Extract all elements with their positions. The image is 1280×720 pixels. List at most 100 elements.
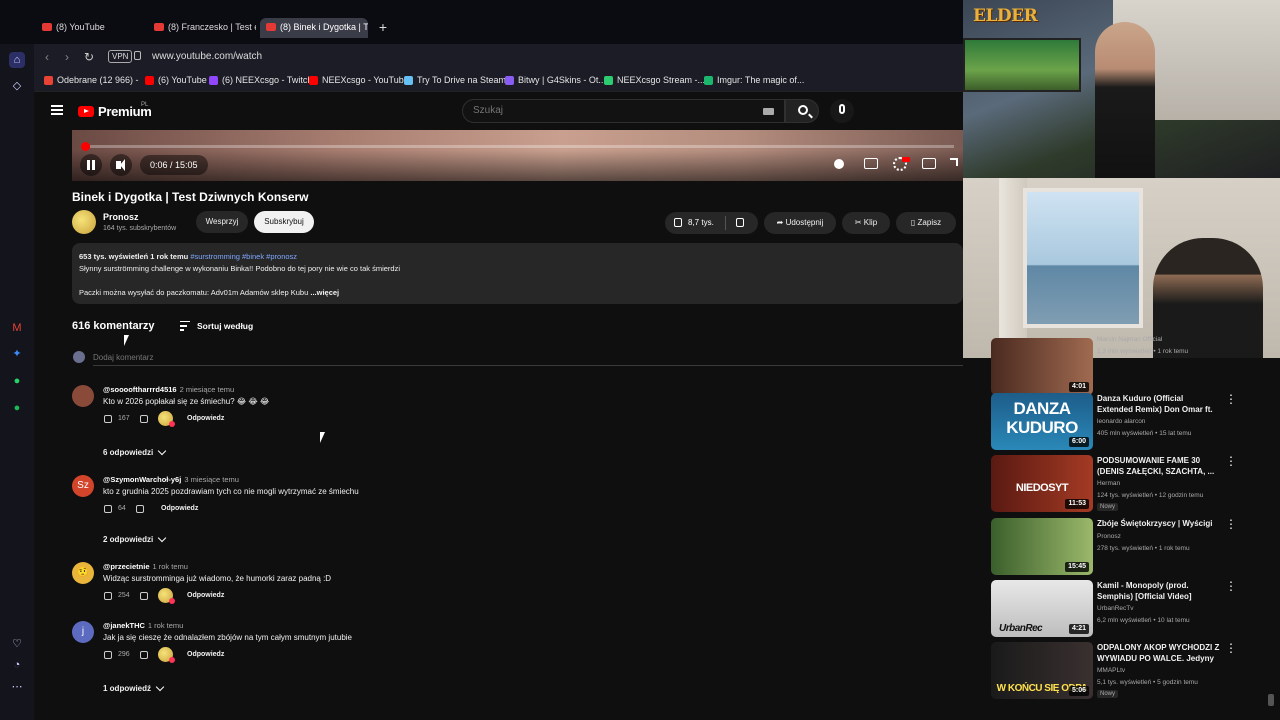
channel-avatar[interactable] — [72, 210, 96, 234]
rec-title[interactable]: Danza Kuduro (Official Extended Remix) D… — [1097, 393, 1221, 415]
autoplay-toggle-icon[interactable] — [834, 159, 844, 169]
rec-channel[interactable]: leonardo alarcon — [1097, 418, 1145, 425]
thumbs-down-icon[interactable] — [736, 218, 744, 227]
gmail-icon[interactable]: M — [9, 320, 25, 336]
rec-item[interactable]: UrbanRec 4:21 Kamil - Monopoly (prod. Sem… — [991, 580, 1251, 638]
bookmark-imgur[interactable]: Imgur: The magic of... — [704, 75, 804, 85]
thumbs-up-icon[interactable] — [104, 415, 112, 423]
comment-author[interactable]: @przecietnie 1 rok temu — [103, 562, 188, 571]
rec-channel[interactable]: Pronosz — [1097, 533, 1121, 540]
rec-channel[interactable]: Marcin Najman Official — [1097, 336, 1162, 343]
progress-bar[interactable] — [84, 145, 954, 148]
miniplayer-icon[interactable] — [922, 158, 936, 169]
rec-menu-icon[interactable] — [1225, 455, 1237, 469]
home-icon[interactable]: ⌂ — [9, 52, 25, 68]
rec-channel[interactable]: Herman — [1097, 480, 1120, 487]
history-clock-icon[interactable]: ◔ — [9, 657, 25, 673]
spotify-icon[interactable]: ● — [9, 400, 25, 416]
rec-channel[interactable]: UrbanRecTv — [1097, 605, 1133, 612]
subtitles-icon[interactable] — [864, 158, 878, 169]
rec-menu-icon[interactable] — [1225, 393, 1237, 407]
rec-menu-icon[interactable] — [1225, 580, 1237, 594]
thumbs-up-icon[interactable] — [674, 218, 682, 227]
rec-thumbnail[interactable]: 15:45 — [991, 518, 1093, 575]
lock-icon[interactable] — [134, 51, 141, 60]
show-more-link[interactable]: ...więcej — [310, 288, 339, 297]
view-replies-button[interactable]: 6 odpowiedzi — [103, 446, 167, 457]
tab-youtube[interactable]: (8) YouTube — [36, 18, 144, 38]
view-replies-button[interactable]: 2 odpowiedzi — [103, 533, 167, 544]
comment-author[interactable]: @sooooftharrrd4516 2 miesiące temu — [103, 385, 234, 394]
bookmark-youtube[interactable]: (6) YouTube — [145, 75, 207, 85]
commenter-avatar[interactable]: j — [72, 621, 94, 643]
rec-title[interactable]: Zbóje Świętokrzyscy | Wyścigi — [1097, 518, 1221, 529]
comment-author[interactable]: @janekTHC 1 rok temu — [103, 621, 183, 630]
pinboard-icon[interactable]: ◇ — [9, 78, 25, 94]
progress-scrubber-handle[interactable] — [81, 142, 90, 151]
reply-button[interactable]: Odpowiedz — [187, 651, 224, 658]
sort-icon[interactable] — [180, 321, 190, 331]
hamburger-menu-icon[interactable] — [51, 105, 63, 115]
bookmark-gmail[interactable]: Odebrane (12 966) - — [44, 75, 139, 85]
reply-button[interactable]: Odpowiedz — [187, 415, 224, 422]
rec-item-partial[interactable]: 4:01 Marcin Najman Official 1,3 mln wyśw… — [991, 336, 1251, 396]
like-count[interactable]: 8,7 tys. — [688, 218, 714, 227]
thumbs-up-icon[interactable] — [104, 505, 112, 513]
keyboard-icon[interactable] — [763, 108, 774, 115]
fullscreen-icon[interactable] — [950, 158, 958, 166]
rec-title[interactable]: Kamil - Monopoly (prod. Semphis) [Offici… — [1097, 580, 1221, 602]
search-button[interactable] — [785, 99, 819, 123]
reload-icon[interactable]: ↻ — [82, 50, 96, 64]
view-replies-button[interactable]: 1 odpowiedź — [103, 682, 165, 693]
volume-button[interactable] — [110, 154, 132, 176]
share-button[interactable]: ➦ Udostępnij — [764, 212, 836, 234]
rec-item[interactable]: NIEDOSYT 11:53 PODSUMOWANIE FAME 30 (DENI… — [991, 455, 1251, 513]
rec-thumbnail[interactable]: W KOŃCU SIĘ ODPA 5:06 — [991, 642, 1093, 699]
rec-item[interactable]: DANZA KUDURO 6:00 Danza Kuduro (Official … — [991, 393, 1251, 451]
reply-button[interactable]: Odpowiedz — [187, 592, 224, 599]
thumbs-up-icon[interactable] — [104, 651, 112, 659]
bookmark-g4skins[interactable]: Bitwy | G4Skins - Ot... — [505, 75, 606, 85]
rec-item[interactable]: W KOŃCU SIĘ ODPA 5:06 ODPALONY AKOP WYCHO… — [991, 642, 1251, 700]
vpn-badge[interactable]: VPN — [108, 50, 133, 63]
thumbs-down-icon[interactable] — [136, 505, 144, 513]
channel-name[interactable]: Pronosz — [103, 212, 139, 222]
voice-search-button[interactable] — [830, 99, 854, 123]
bookmark-neex-stream[interactable]: NEEXcsgo Stream -... — [604, 75, 705, 85]
rec-channel[interactable]: MMAPLtv — [1097, 667, 1125, 674]
search-input[interactable] — [473, 105, 753, 116]
favorites-heart-icon[interactable]: ♡ — [9, 636, 25, 652]
thumbs-up-icon[interactable] — [104, 592, 112, 600]
commenter-avatar[interactable] — [72, 385, 94, 407]
forward-icon[interactable]: › — [60, 50, 74, 64]
messenger-icon[interactable]: ✦ — [9, 346, 25, 362]
more-dots-icon[interactable]: ⋯ — [9, 679, 25, 695]
add-comment-input[interactable] — [93, 350, 963, 366]
support-button[interactable]: Wesprzyj — [196, 211, 248, 233]
comment-author[interactable]: @SzymonWarchoł-y6j 3 miesiące temu — [103, 475, 239, 484]
tab-binek-active[interactable]: (8) Binek i Dygotka | T — [260, 18, 368, 38]
bookmark-neex-youtube[interactable]: NEEXcsgo - YouTube — [309, 75, 409, 85]
pause-button[interactable] — [80, 154, 102, 176]
thumbs-down-icon[interactable] — [140, 592, 148, 600]
thumbs-down-icon[interactable] — [140, 651, 148, 659]
commenter-avatar[interactable]: Sz — [72, 475, 94, 497]
video-description[interactable]: 653 tys. wyświetleń 1 rok temu #surstrom… — [72, 243, 963, 304]
rec-thumbnail[interactable]: 4:01 — [991, 338, 1093, 395]
sort-button[interactable]: Sortuj według — [197, 321, 253, 331]
subscribe-button[interactable]: Subskrybuj — [254, 211, 314, 233]
bookmark-twitch[interactable]: (6) NEEXcsgo - Twitch — [209, 75, 312, 85]
rec-item[interactable]: 15:45 Zbóje Świętokrzyscy | Wyścigi Pron… — [991, 518, 1251, 576]
rec-thumbnail[interactable]: DANZA KUDURO 6:00 — [991, 393, 1093, 450]
rec-thumbnail[interactable]: UrbanRec 4:21 — [991, 580, 1093, 637]
reply-button[interactable]: Odpowiedz — [161, 505, 198, 512]
rec-title[interactable]: ODPALONY AKOP WYCHODZI Z WYWIADU PO WALC… — [1097, 642, 1221, 664]
thumbs-down-icon[interactable] — [140, 415, 148, 423]
save-button[interactable]: ▯ Zapisz — [896, 212, 956, 234]
rec-menu-icon[interactable] — [1225, 518, 1237, 532]
rec-title[interactable]: PODSUMOWANIE FAME 30 (DENIS ZAŁĘCKI, SZA… — [1097, 455, 1221, 477]
scrollbar-thumb[interactable] — [1268, 694, 1274, 706]
back-icon[interactable]: ‹ — [40, 50, 54, 64]
clip-button[interactable]: ✂ Klip — [842, 212, 890, 234]
hashtags[interactable]: #surstromming #binek #pronosz — [190, 252, 297, 261]
